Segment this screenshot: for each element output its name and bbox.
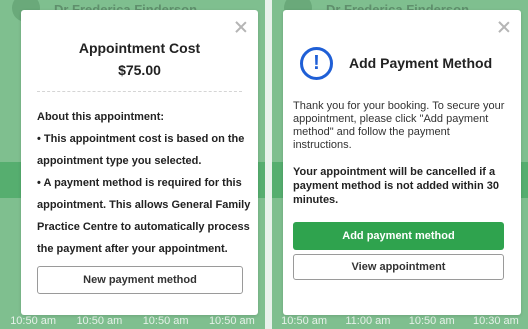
- time-slot: 10:50 am: [76, 315, 123, 327]
- new-payment-method-button[interactable]: New payment method: [37, 266, 243, 294]
- add-payment-method-button[interactable]: Add payment method: [293, 222, 504, 250]
- payment-description: Thank you for your booking. To secure yo…: [293, 100, 505, 151]
- divider: [37, 91, 242, 92]
- add-payment-method-modal: ! Add Payment Method Thank you for your …: [283, 10, 521, 315]
- about-line: • This appointment cost is based on the: [37, 133, 245, 145]
- exclamation-circle-icon: !: [300, 47, 333, 80]
- background-times: 10:50 am 10:50 am 10:50 am 10:50 am: [0, 315, 265, 329]
- time-slot: 10:50 am: [208, 315, 255, 327]
- background-times: 10:50 am 11:00 am 10:50 am 10:30 am: [272, 315, 528, 329]
- time-slot: 11:00 am: [345, 315, 391, 327]
- about-section: About this appointment: • This appointme…: [37, 106, 251, 260]
- about-line: Practice Centre to automatically process: [37, 221, 250, 233]
- about-heading: About this appointment:: [37, 111, 165, 123]
- about-line: appointment type you selected.: [37, 155, 202, 167]
- about-line: the payment after your appointment.: [37, 243, 228, 255]
- time-slot: 10:50 am: [10, 315, 57, 327]
- time-slot: 10:50 am: [408, 315, 455, 327]
- time-slot: 10:30 am: [472, 315, 519, 327]
- time-slot: 10:50 am: [142, 315, 189, 327]
- view-appointment-button[interactable]: View appointment: [293, 254, 504, 280]
- about-line: • A payment method is required for this: [37, 177, 242, 189]
- time-slot: 10:50 am: [281, 315, 328, 327]
- cancellation-warning: Your appointment will be cancelled if a …: [293, 166, 499, 206]
- close-icon[interactable]: [234, 20, 248, 34]
- close-icon[interactable]: [497, 20, 511, 34]
- modal-title: Appointment Cost: [78, 40, 201, 56]
- about-line: appointment. This allows General Family: [37, 199, 251, 211]
- appointment-cost-modal: Appointment Cost $75.00 About this appoi…: [21, 10, 258, 315]
- cost-amount: $75.00: [118, 62, 161, 78]
- modal-title: Add Payment Method: [349, 55, 493, 71]
- panel-gutter: [265, 0, 272, 329]
